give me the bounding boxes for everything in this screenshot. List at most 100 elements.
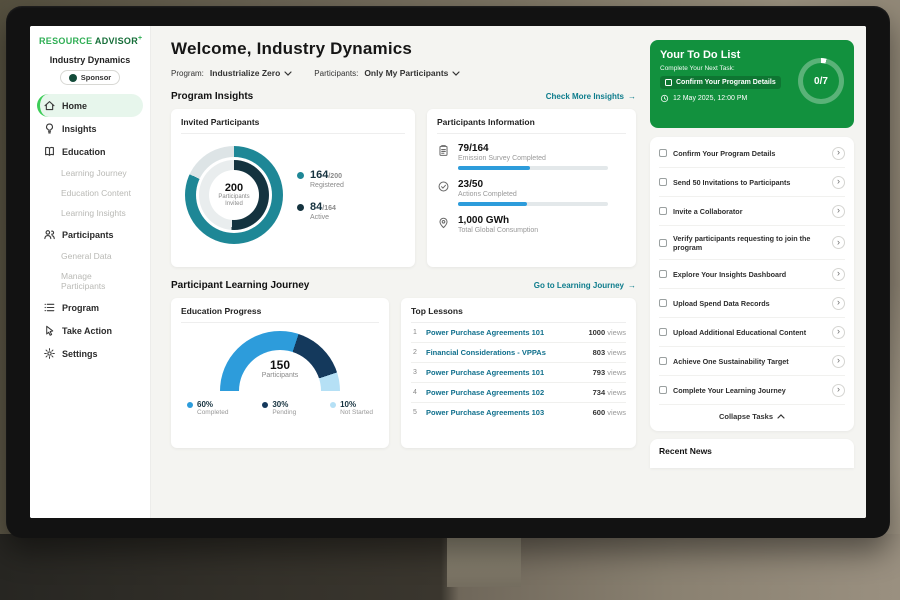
checkbox-icon[interactable] <box>659 386 667 394</box>
lesson-views-value: 793 <box>593 368 606 377</box>
go-to-learning-journey-link[interactable]: Go to Learning Journey → <box>534 281 636 290</box>
nav-label-participants: Participants <box>62 230 114 240</box>
sidebar-item-take-action[interactable]: Take Action <box>37 319 143 342</box>
todo-next-task[interactable]: Confirm Your Program Details <box>660 76 781 89</box>
donut-center-label: Participants Invited <box>214 194 254 208</box>
chevron-down-icon <box>284 71 292 76</box>
logo-word-resource: RESOURCE <box>39 36 92 46</box>
lesson-row-3: 3 Power Purchase Agreements 101 793 view… <box>411 363 626 383</box>
checkbox-icon[interactable] <box>659 207 667 215</box>
todo-summary-card: Your To Do List Complete Your Next Task:… <box>650 40 854 128</box>
recent-news-title: Recent News <box>659 446 712 456</box>
task-label: Complete Your Learning Journey <box>673 386 826 395</box>
checkbox-icon[interactable] <box>659 149 667 157</box>
gauge-center-value: 150 <box>220 358 340 372</box>
checkbox-icon[interactable] <box>659 270 667 278</box>
book-icon <box>43 145 56 158</box>
completed-label: Completed <box>197 409 228 416</box>
lesson-link[interactable]: Power Purchase Agreements 101 <box>426 328 581 337</box>
lesson-row-5: 5 Power Purchase Agreements 103 600 view… <box>411 403 626 422</box>
sidebar-item-education[interactable]: Education <box>37 140 143 163</box>
chevron-right-icon[interactable]: › <box>832 176 845 189</box>
active-total: /164 <box>322 205 336 212</box>
collapse-tasks-button[interactable]: Collapse Tasks <box>659 405 845 429</box>
actions-completed-label: Actions Completed <box>458 191 608 198</box>
checkbox-icon[interactable] <box>659 178 667 186</box>
sidebar-item-learning-journey[interactable]: Learning Journey <box>37 163 143 183</box>
task-row-4[interactable]: Verify participants requesting to join t… <box>659 226 845 260</box>
sidebar-item-education-content[interactable]: Education Content <box>37 183 143 203</box>
sponsor-icon <box>69 74 77 82</box>
program-filter-dropdown[interactable]: Industrialize Zero <box>210 68 292 78</box>
task-row-3[interactable]: Invite a Collaborator › <box>659 197 845 226</box>
task-row-7[interactable]: Upload Additional Educational Content › <box>659 318 845 347</box>
sponsor-label: Sponsor <box>81 73 111 82</box>
lesson-views-label: views <box>607 368 626 377</box>
sidebar-item-manage-participants[interactable]: Manage Participants <box>37 266 143 296</box>
legend-not-started: 10% Not Started <box>330 400 373 416</box>
legend-registered: 164/200 Registered <box>297 169 344 189</box>
chevron-right-icon[interactable]: › <box>832 355 845 368</box>
learning-cards-row: Education Progress 150 Participants <box>171 298 636 448</box>
program-filter-label: Program: <box>171 69 204 78</box>
go-to-learning-journey-label: Go to Learning Journey <box>534 281 624 290</box>
arrow-right-icon: → <box>628 92 636 101</box>
education-legend: 60% Completed 30% Pending <box>181 400 379 416</box>
chevron-right-icon[interactable]: › <box>832 205 845 218</box>
lesson-views-label: views <box>607 348 626 357</box>
task-row-2[interactable]: Send 50 Invitations to Participants › <box>659 168 845 197</box>
participants-filter-dropdown[interactable]: Only My Participants <box>364 68 460 78</box>
sidebar-item-program[interactable]: Program <box>37 296 143 319</box>
chevron-right-icon[interactable]: › <box>832 147 845 160</box>
task-row-9[interactable]: Complete Your Learning Journey › <box>659 376 845 405</box>
education-gauge-chart: 150 Participants <box>220 331 340 391</box>
chevron-right-icon[interactable]: › <box>832 297 845 310</box>
program-filter-value: Industrialize Zero <box>210 68 280 78</box>
nav-label-education: Education <box>62 147 106 157</box>
recent-news-card: Recent News <box>650 439 854 468</box>
chevron-right-icon[interactable]: › <box>832 268 845 281</box>
nav-label-home: Home <box>62 101 87 111</box>
lesson-link[interactable]: Power Purchase Agreements 101 <box>426 368 586 377</box>
chevron-right-icon[interactable]: › <box>832 384 845 397</box>
sidebar-item-settings[interactable]: Settings <box>37 342 143 365</box>
check-more-insights-link[interactable]: Check More Insights → <box>546 92 636 101</box>
info-card-title: Participants Information <box>437 117 626 134</box>
cursor-click-icon <box>43 324 56 337</box>
task-list-card: Confirm Your Program Details › Send 50 I… <box>650 137 854 431</box>
task-row-8[interactable]: Achieve One Sustainability Target › <box>659 347 845 376</box>
checkbox-icon[interactable] <box>659 328 667 336</box>
lesson-views-label: views <box>607 328 626 337</box>
legend-pending: 30% Pending <box>262 400 296 416</box>
lesson-row-4: 4 Power Purchase Agreements 102 734 view… <box>411 383 626 403</box>
lesson-link[interactable]: Financial Considerations - VPPAs <box>426 348 586 357</box>
sidebar-item-participants[interactable]: Participants <box>37 223 143 246</box>
arrow-right-icon: → <box>628 281 636 290</box>
checkbox-icon[interactable] <box>665 79 672 86</box>
chevron-right-icon[interactable]: › <box>832 326 845 339</box>
education-card-title: Education Progress <box>181 306 379 323</box>
lesson-link[interactable]: Power Purchase Agreements 102 <box>426 388 586 397</box>
participants-information-card: Participants Information 79/164 Emission… <box>427 109 636 267</box>
checkbox-icon[interactable] <box>659 357 667 365</box>
active-label: Active <box>310 214 336 221</box>
task-row-6[interactable]: Upload Spend Data Records › <box>659 289 845 318</box>
chevron-right-icon[interactable]: › <box>832 236 845 249</box>
list-icon <box>43 301 56 314</box>
gauge-center-label: Participants <box>220 372 340 379</box>
sidebar-item-learning-insights[interactable]: Learning Insights <box>37 203 143 223</box>
lightbulb-icon <box>43 122 56 135</box>
checkbox-icon[interactable] <box>659 239 667 247</box>
actions-completed-progress <box>458 202 608 206</box>
sidebar-item-insights[interactable]: Insights <box>37 117 143 140</box>
sidebar-item-general-data[interactable]: General Data <box>37 246 143 266</box>
completed-dot-icon <box>187 402 193 408</box>
donut-center-value: 200 <box>225 182 243 194</box>
lesson-link[interactable]: Power Purchase Agreements 103 <box>426 408 586 417</box>
logo-plus: + <box>138 35 142 42</box>
task-row-5[interactable]: Explore Your Insights Dashboard › <box>659 260 845 289</box>
checkbox-icon[interactable] <box>659 299 667 307</box>
task-row-1[interactable]: Confirm Your Program Details › <box>659 139 845 168</box>
sidebar-item-home[interactable]: Home <box>37 94 143 117</box>
lesson-rank: 1 <box>411 329 419 336</box>
